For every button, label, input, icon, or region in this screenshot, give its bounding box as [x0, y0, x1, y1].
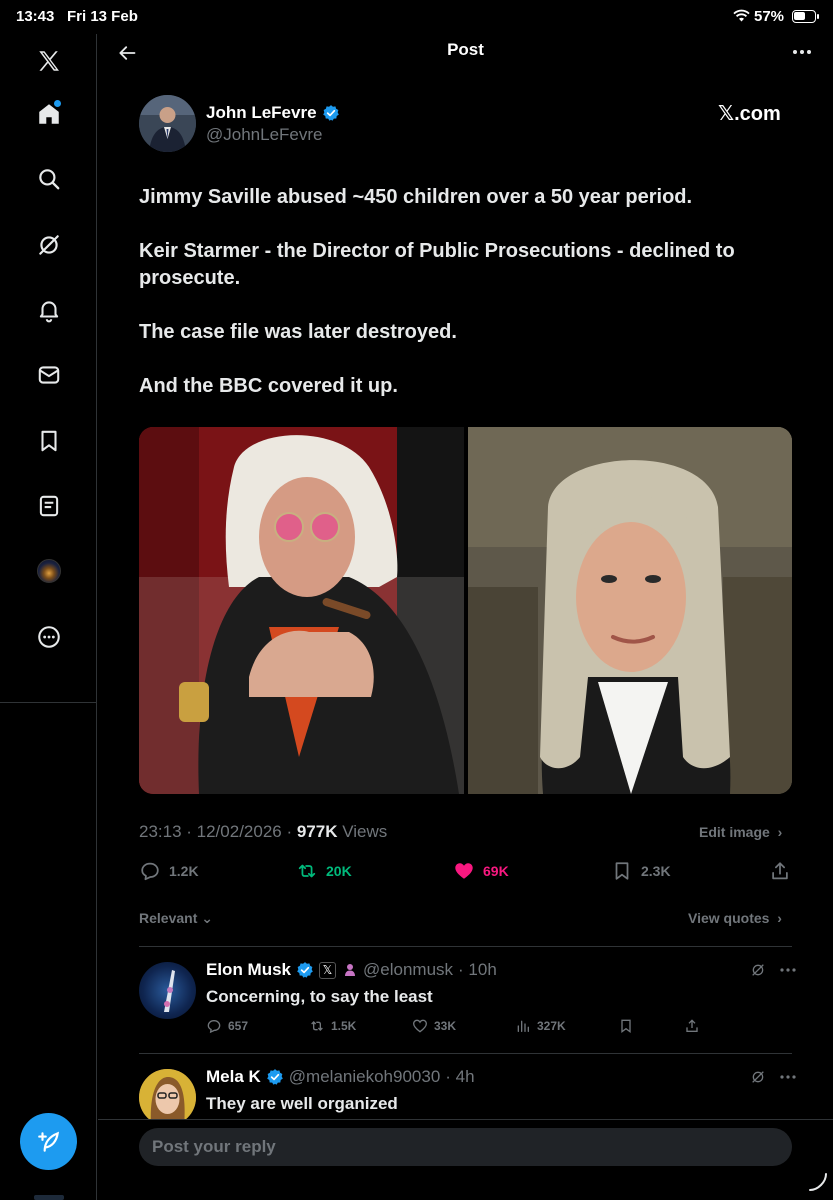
verified-badge-icon	[322, 105, 339, 121]
verified-badge-icon	[266, 1069, 283, 1085]
reply-reply-button[interactable]: 657	[206, 1018, 248, 1034]
repost-button[interactable]: 20K	[296, 860, 352, 882]
divider	[139, 946, 792, 947]
post-paragraph: Jimmy Saville abused ~450 children over …	[139, 186, 693, 208]
chevron-down-icon: ⌄	[201, 910, 213, 926]
x-affiliate-icon: 𝕏	[319, 961, 337, 979]
notifications-bell-icon[interactable]	[28, 289, 70, 331]
compose-post-button[interactable]	[20, 1113, 77, 1170]
status-time: 13:43	[16, 8, 55, 25]
sort-relevant-dropdown[interactable]: Relevant ⌄	[139, 910, 213, 927]
reply-top-icons	[750, 962, 796, 978]
search-icon[interactable]	[28, 158, 70, 200]
post-paragraph: Keir Starmer - the Director of Public Pr…	[139, 240, 735, 289]
more-circle-icon[interactable]	[28, 616, 70, 658]
heart-icon	[412, 1019, 428, 1033]
reply-bubble-icon	[207, 1019, 221, 1034]
reply-share-button[interactable]	[684, 1018, 700, 1034]
like-button[interactable]: 69K	[453, 860, 509, 882]
bookmark-icon	[615, 862, 629, 880]
edit-image-link[interactable]: Edit image ›	[699, 824, 782, 840]
battery-icon	[792, 10, 816, 23]
grok-icon[interactable]	[28, 224, 70, 266]
reply-header: Elon Musk 𝕏 @elonmusk · 10h	[206, 960, 497, 980]
share-button[interactable]	[769, 860, 791, 882]
reply-text: Concerning, to say the least	[206, 987, 433, 1006]
avatar	[37, 559, 61, 583]
repost-icon	[311, 1021, 323, 1031]
sidebar	[0, 34, 97, 1200]
reply-bookmark-button[interactable]	[618, 1018, 634, 1034]
chevron-right-icon: ›	[773, 824, 783, 840]
more-options-icon[interactable]	[780, 967, 796, 973]
view-quotes-link[interactable]: View quotes ›	[688, 910, 782, 926]
post-paragraph: The case file was later destroyed.	[139, 321, 457, 343]
reply-repost-button[interactable]: 1.5K	[309, 1018, 356, 1034]
reply-like-button[interactable]: 33K	[412, 1018, 456, 1034]
status-date: Fri 13 Feb	[67, 8, 138, 25]
bookmark-icon	[621, 1019, 631, 1033]
page-title: Post	[447, 40, 484, 59]
reply-time: · 10h	[458, 960, 497, 979]
status-bar: 13:43 Fri 13 Feb 57%	[0, 0, 833, 34]
views-label: Views	[337, 822, 388, 841]
reply-time: · 4h	[445, 1067, 475, 1086]
x-logo-icon[interactable]	[28, 40, 70, 82]
feather-plus-icon	[37, 1131, 59, 1152]
scroll-indicator-icon	[809, 1173, 827, 1191]
lists-icon[interactable]	[28, 485, 70, 527]
affiliate-badge-icon	[341, 962, 358, 979]
reply-actions: 657 1.5K 33K 327K	[206, 1018, 706, 1038]
post-header: Post	[98, 34, 833, 80]
author-avatar[interactable]	[139, 95, 196, 152]
heart-icon	[455, 863, 473, 879]
reply-views-button[interactable]: 327K	[515, 1018, 566, 1034]
reply-bubble-icon	[141, 862, 159, 881]
wifi-icon	[733, 9, 750, 26]
post-media[interactable]	[139, 427, 792, 794]
reply-author-name[interactable]: Mela K	[206, 1067, 261, 1087]
source-link[interactable]: 𝕏.com	[718, 101, 781, 126]
post-timestamp[interactable]: 23:13 · 12/02/2026 ·	[139, 822, 297, 841]
reply-author-name[interactable]: Elon Musk	[206, 960, 291, 980]
profile-avatar[interactable]	[28, 550, 70, 592]
share-icon	[686, 1019, 698, 1032]
reply-input[interactable]	[139, 1128, 792, 1166]
author-name[interactable]: John LeFevre	[206, 103, 340, 123]
author-handle[interactable]: @JohnLeFevre	[206, 125, 323, 145]
divider	[139, 1053, 792, 1054]
post-meta: 23:13 · 12/02/2026 · 977K Views	[139, 822, 387, 842]
grok-icon[interactable]	[750, 962, 766, 978]
chevron-right-icon: ›	[773, 910, 782, 926]
messages-envelope-icon[interactable]	[28, 354, 70, 396]
grok-icon[interactable]	[750, 1069, 766, 1085]
bookmarks-icon[interactable]	[28, 420, 70, 462]
share-icon	[772, 862, 788, 880]
reply-top-icons	[750, 1069, 796, 1085]
more-options-icon[interactable]	[788, 40, 816, 64]
battery-percent: 57%	[754, 8, 785, 25]
post-paragraph: And the BBC covered it up.	[139, 375, 398, 397]
views-chart-icon	[517, 1020, 529, 1032]
reply-header: Mela K @melaniekoh90030 · 4h	[206, 1067, 475, 1087]
repost-icon	[298, 864, 316, 878]
home-icon[interactable]	[28, 93, 70, 135]
post-body: Jimmy Saville abused ~450 children over …	[139, 184, 799, 427]
media-image-left[interactable]	[139, 427, 464, 794]
notification-dot	[54, 100, 61, 107]
views-count[interactable]: 977K	[297, 822, 338, 841]
media-image-right[interactable]	[467, 427, 792, 794]
reply-author-handle[interactable]: @elonmusk	[363, 960, 453, 980]
bookmark-button[interactable]: 2.3K	[611, 860, 671, 882]
verified-badge-icon	[297, 962, 313, 978]
more-options-icon[interactable]	[780, 1074, 796, 1080]
reply-avatar[interactable]	[139, 962, 196, 1019]
reply-author-handle[interactable]: @melaniekoh90030	[289, 1067, 440, 1087]
reply-avatar[interactable]	[139, 1069, 196, 1126]
post-actions: 1.2K 20K 69K 2.3K	[139, 860, 792, 886]
reply-text: They are well organized	[206, 1094, 398, 1113]
reply-button[interactable]: 1.2K	[139, 860, 199, 882]
